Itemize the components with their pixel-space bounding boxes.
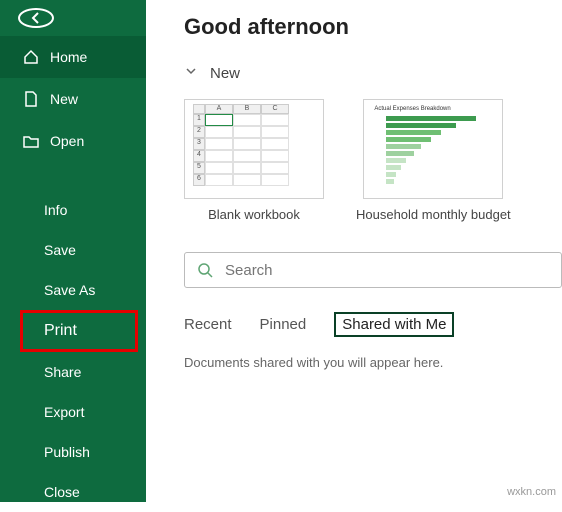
nav-open[interactable]: Open [0,120,146,162]
main-content: Good afternoon New ABC 1 2 3 4 5 6 [146,0,562,502]
watermark: wxkn.com [507,486,556,498]
home-icon [22,48,40,66]
nav-open-label: Open [50,133,84,149]
nav-home-label: Home [50,49,87,65]
search-input[interactable] [225,262,561,279]
nav-info[interactable]: Info [0,190,146,230]
nav-print[interactable]: Print [20,310,138,352]
chevron-down-icon [184,64,198,83]
template-budget-label: Household monthly budget [356,207,511,222]
page-title: Good afternoon [184,14,562,40]
new-section-header[interactable]: New [184,64,562,83]
nav-save[interactable]: Save [0,230,146,270]
tab-recent[interactable]: Recent [184,316,232,335]
document-tabs: Recent Pinned Shared with Me [184,312,562,337]
search-bar[interactable] [184,252,562,288]
nav-primary-group: Home New Open [0,36,146,162]
template-household-budget[interactable]: Actual Expenses Breakdown Household mont… [356,99,511,222]
nav-new[interactable]: New [0,78,146,120]
search-icon [185,262,225,278]
tab-pinned[interactable]: Pinned [260,316,307,335]
new-icon [22,90,40,108]
nav-new-label: New [50,91,78,107]
new-section-label: New [210,65,240,82]
nav-share[interactable]: Share [0,352,146,392]
template-blank-label: Blank workbook [208,207,300,222]
nav-home[interactable]: Home [0,36,146,78]
blank-workbook-thumb: ABC 1 2 3 4 5 6 [184,99,324,199]
backstage-sidebar: Home New Open Info Save Save As Print Sh… [0,0,146,502]
tab-shared-with-me[interactable]: Shared with Me [334,312,454,337]
nav-publish[interactable]: Publish [0,432,146,472]
nav-close[interactable]: Close [0,472,146,512]
back-arrow-icon [28,10,44,26]
open-icon [22,132,40,150]
template-blank-workbook[interactable]: ABC 1 2 3 4 5 6 Blank workbook [184,99,324,222]
budget-thumb: Actual Expenses Breakdown [363,99,503,199]
nav-secondary-group: Info Save Save As Print Share Export Pub… [0,190,146,512]
empty-message: Documents shared with you will appear he… [184,355,562,370]
templates-row: ABC 1 2 3 4 5 6 Blank workbook Actual Ex… [184,99,562,222]
back-button[interactable] [18,8,54,28]
nav-saveas[interactable]: Save As [0,270,146,310]
nav-export[interactable]: Export [0,392,146,432]
